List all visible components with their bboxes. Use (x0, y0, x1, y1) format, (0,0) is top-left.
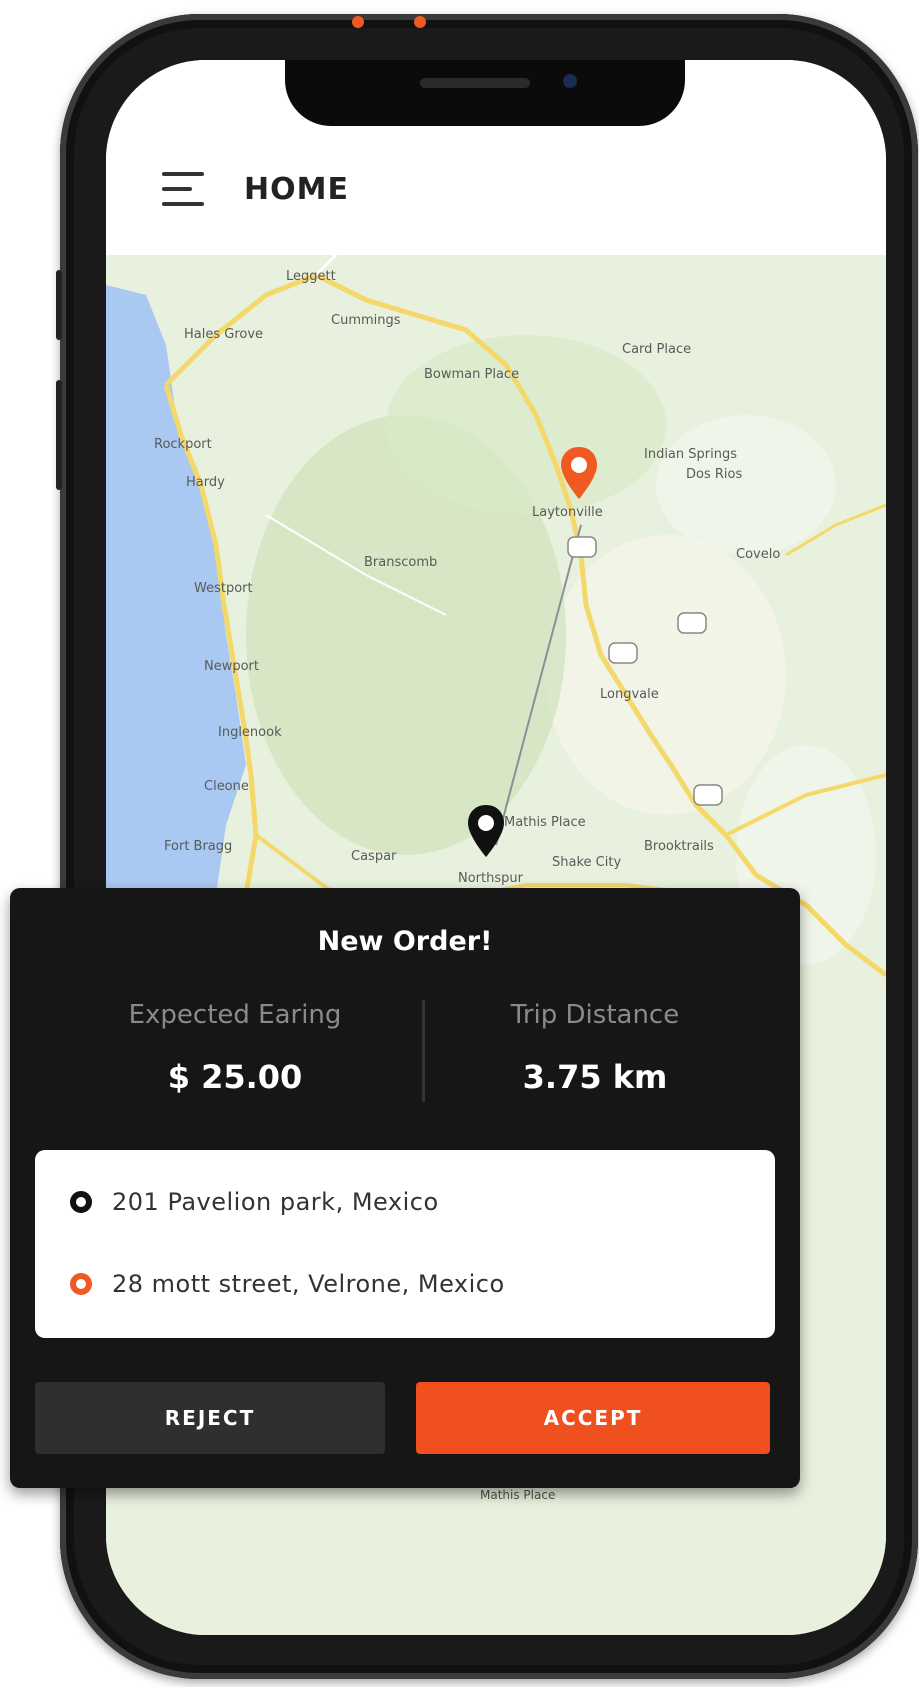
map-label: Brooktrails (644, 839, 714, 854)
pickup-address: 201 Pavelion park, Mexico (112, 1188, 439, 1216)
trip-distance-label: Trip Distance (510, 1000, 680, 1030)
map-label: Card Place (622, 342, 692, 357)
pickup-address-row[interactable]: 201 Pavelion park, Mexico (70, 1182, 439, 1222)
map-label: Northspur (458, 871, 523, 886)
expected-earning-value: $ 25.00 (167, 1058, 303, 1096)
phone-side-button (56, 270, 62, 340)
new-order-panel: New Order! Expected Earing $ 25.00 Trip … (10, 888, 800, 1488)
map-label: Inglenook (218, 725, 282, 740)
map-label: Laytonville (532, 505, 603, 520)
map-label: Hardy (186, 475, 225, 490)
map-label: Shake City (552, 855, 622, 870)
dropoff-address-row[interactable]: 28 mott street, Velrone, Mexico (70, 1264, 505, 1304)
accept-button[interactable]: ACCEPT (416, 1382, 770, 1454)
phone-notch (285, 60, 685, 126)
map-label: Cummings (331, 313, 401, 328)
map-label: Bowman Place (424, 367, 520, 382)
menu-icon[interactable] (162, 172, 204, 212)
dropoff-address: 28 mott street, Velrone, Mexico (112, 1270, 505, 1298)
map-label: Branscomb (364, 555, 438, 570)
phone-speaker (420, 78, 530, 88)
front-camera-icon (563, 74, 577, 88)
expected-earning-label: Expected Earing (128, 1000, 342, 1030)
map-label: Rockport (154, 437, 212, 452)
map-label: Mathis Place (480, 1488, 556, 1502)
page-title: HOME (244, 172, 349, 207)
orange-location-pin-icon[interactable] (559, 445, 599, 501)
order-title: New Order! (317, 926, 493, 957)
map-label: Leggett (286, 269, 336, 284)
map-label: Indian Springs (644, 447, 737, 462)
phone-side-button (56, 380, 62, 490)
address-card: 201 Pavelion park, Mexico 28 mott street… (35, 1150, 775, 1338)
map-label: Cleone (204, 779, 249, 794)
phone-indicator-dot (352, 16, 364, 28)
reject-button[interactable]: REJECT (35, 1382, 385, 1454)
map-label: Mathis Place (504, 815, 586, 830)
trip-distance-stat: Trip Distance 3.75 km (410, 1000, 780, 1096)
map-label: Fort Bragg (164, 839, 233, 854)
map-label: Longvale (600, 687, 659, 702)
map-label: Newport (204, 659, 260, 674)
black-location-pin-icon[interactable] (466, 803, 506, 859)
pickup-dot-icon (70, 1191, 92, 1213)
map-label: Caspar (351, 849, 397, 864)
map-label: Covelo (736, 547, 781, 562)
expected-earning-stat: Expected Earing $ 25.00 (50, 1000, 420, 1096)
dropoff-dot-icon (70, 1273, 92, 1295)
map-label: Dos Rios (686, 467, 743, 482)
phone-indicator-dot (414, 16, 426, 28)
map-label: Westport (194, 581, 253, 596)
map-label: Hales Grove (184, 327, 264, 342)
trip-distance-value: 3.75 km (522, 1058, 668, 1096)
